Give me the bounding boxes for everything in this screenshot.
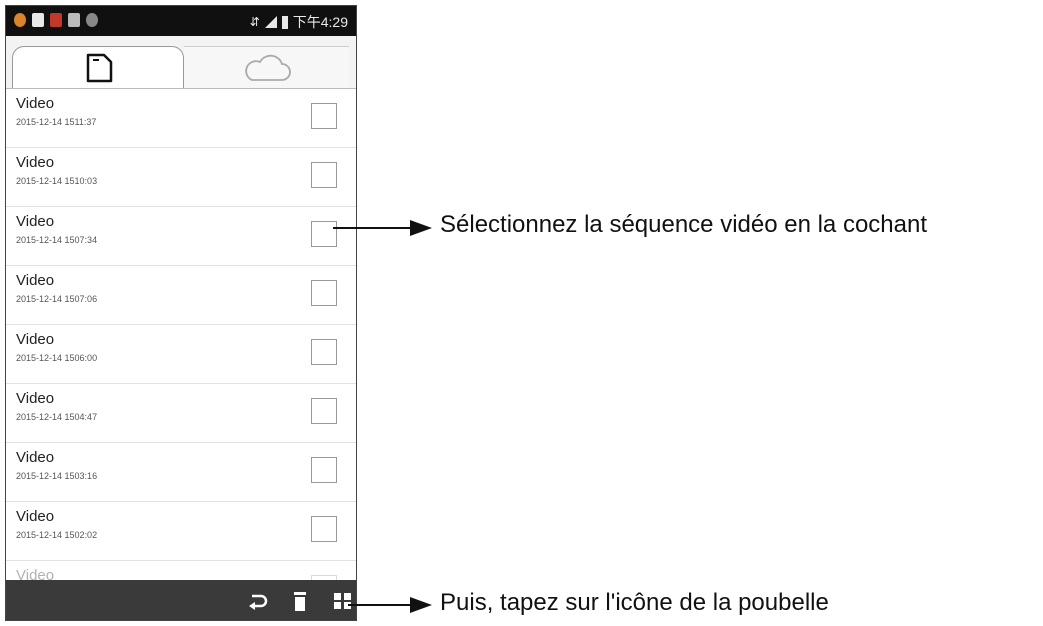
video-date: 2015-12-14 1503:16: [16, 471, 98, 481]
delete-caption: Puis, tapez sur l'icône de la poubelle: [440, 589, 829, 616]
video-date: 2015-12-14 1506:00: [16, 353, 98, 363]
list-item[interactable]: Video 2015-12-14 1502:02: [6, 502, 356, 561]
back-icon[interactable]: [246, 589, 270, 613]
select-checkbox[interactable]: [311, 398, 337, 424]
list-item[interactable]: Video 2015-12-14 1510:03: [6, 148, 356, 207]
video-title: Video: [16, 154, 55, 171]
select-checkbox[interactable]: [311, 457, 337, 483]
bottom-toolbar: [6, 580, 356, 620]
settings-icon: [86, 13, 98, 27]
list-item[interactable]: Video 2015-12-14 1507:34: [6, 207, 356, 266]
status-time: 下午4:29: [292, 14, 348, 30]
status-bar: ⇵ 下午4:29: [6, 6, 356, 36]
status-system: ⇵ 下午4:29: [250, 12, 348, 32]
video-title: Video: [16, 213, 55, 230]
video-title: Video: [16, 272, 55, 289]
select-checkbox[interactable]: [311, 516, 337, 542]
select-arrow-line: [333, 227, 413, 229]
grid-icon[interactable]: [331, 589, 355, 613]
select-checkbox[interactable]: [311, 280, 337, 306]
status-notifications: [14, 13, 98, 27]
list-item[interactable]: Video 2015-12-14 1504:47: [6, 384, 356, 443]
tab-cloud[interactable]: [184, 46, 349, 88]
select-checkbox[interactable]: [311, 221, 337, 247]
signal-icon: [264, 16, 277, 28]
app-icon: [50, 13, 62, 27]
video-title: Video: [16, 449, 55, 466]
battery-icon: [281, 15, 288, 29]
select-caption: Sélectionnez la séquence vidéo en la coc…: [440, 211, 928, 238]
video-date: 2015-12-14 1504:47: [16, 412, 98, 422]
phone-screen: ⇵ 下午4:29 Video 2015-12-14 1511:37 Video 201…: [5, 5, 357, 621]
sd-icon: [32, 13, 44, 27]
video-title: Video: [16, 95, 55, 112]
select-checkbox[interactable]: [311, 103, 337, 129]
trash-icon[interactable]: [288, 589, 312, 613]
sd-card-icon: [86, 53, 113, 83]
cloud-icon: [245, 54, 291, 81]
video-date: 2015-12-14 1502:02: [16, 530, 98, 540]
list-item[interactable]: Video 2015-12-14 1511:37: [6, 89, 356, 148]
wifi-icon: ⇵: [249, 15, 260, 29]
tab-local-files[interactable]: [12, 46, 184, 88]
video-date: 2015-12-14 1507:06: [16, 294, 98, 304]
video-title: Video: [16, 508, 55, 525]
video-title: Video: [16, 390, 55, 407]
list-item[interactable]: Video 2015-12-14 1503:16: [6, 443, 356, 502]
video-date: 2015-12-14 1507:34: [16, 235, 98, 245]
tab-bar: [6, 36, 356, 89]
select-arrow-head: [410, 220, 432, 236]
video-list: Video 2015-12-14 1511:37 Video 2015-12-14 1…: [6, 89, 356, 620]
video-date: 2015-12-14 1511:37: [16, 117, 97, 127]
select-checkbox[interactable]: [311, 162, 337, 188]
list-item[interactable]: Video 2015-12-14 1506:00: [6, 325, 356, 384]
video-date: 2015-12-14 1510:03: [16, 176, 98, 186]
list-item[interactable]: Video 2015-12-14 1507:06: [6, 266, 356, 325]
delete-arrow-head: [410, 597, 432, 613]
notification-icon: [14, 13, 26, 27]
delete-arrow-line: [348, 604, 413, 606]
storage-icon: [68, 13, 80, 27]
video-title: Video: [16, 331, 55, 348]
select-checkbox[interactable]: [311, 339, 337, 365]
